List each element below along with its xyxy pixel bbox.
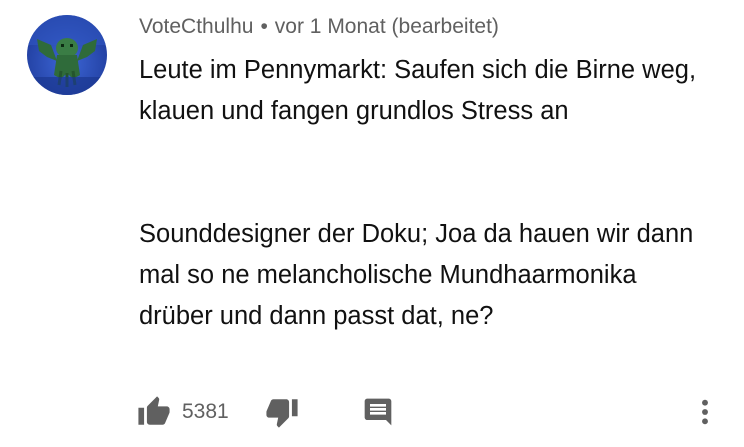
cthulhu-avatar-image bbox=[27, 15, 107, 95]
meta-separator: • bbox=[260, 15, 268, 38]
timestamp[interactable]: vor 1 Monat bbox=[275, 15, 386, 38]
thumb-up-icon bbox=[138, 396, 170, 425]
more-vert-icon bbox=[702, 399, 708, 425]
author-avatar[interactable] bbox=[27, 15, 107, 95]
reply-button[interactable] bbox=[362, 390, 394, 434]
comment-paragraph: Leute im Pennymarkt: Saufen sich die Bir… bbox=[139, 56, 697, 125]
dislike-button[interactable] bbox=[265, 390, 299, 434]
like-button[interactable] bbox=[137, 390, 171, 434]
edited-label: (bearbeitet) bbox=[391, 15, 499, 38]
comment-actions: 5381 bbox=[137, 390, 737, 434]
comment-text: Leute im Pennymarkt: Saufen sich die Bir… bbox=[139, 50, 709, 337]
comment-icon bbox=[364, 398, 392, 426]
comment-meta: VoteCthulhu • vor 1 Monat (bearbeitet) bbox=[139, 13, 499, 41]
comment-paragraph: Sounddesigner der Doku; Joa da hauen wir… bbox=[139, 220, 694, 330]
thumb-down-icon bbox=[266, 399, 298, 428]
like-count: 5381 bbox=[182, 400, 229, 423]
more-options-button[interactable] bbox=[697, 390, 713, 434]
comment-card: VoteCthulhu • vor 1 Monat (bearbeitet) Leu… bbox=[0, 0, 744, 447]
author-name[interactable]: VoteCthulhu bbox=[139, 15, 253, 38]
